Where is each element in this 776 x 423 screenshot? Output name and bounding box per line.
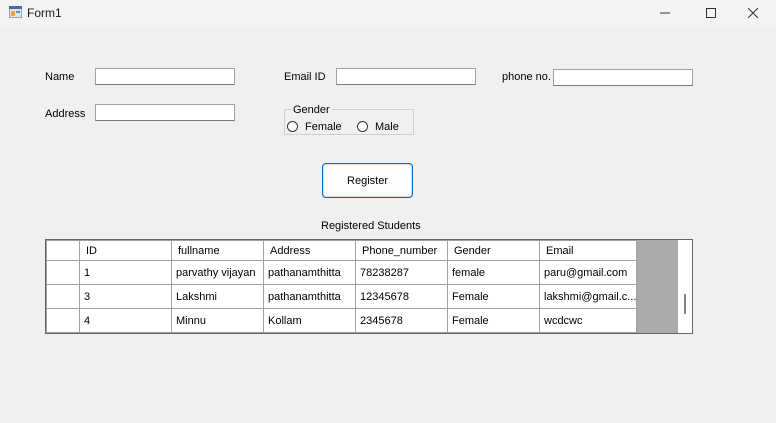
students-grid[interactable]: ID fullname Address Phone_number Gender … — [45, 239, 693, 334]
cell-id[interactable]: 3 — [79, 284, 172, 309]
minimize-icon — [660, 12, 670, 14]
cell-id[interactable]: 4 — [79, 308, 172, 333]
cell-address[interactable]: pathanamthitta — [263, 260, 356, 285]
cell-email[interactable]: wcdcwc — [538, 308, 638, 333]
cell-phone[interactable]: 12345678 — [355, 284, 448, 309]
email-label: Email ID — [284, 71, 326, 83]
scrollbar-thumb[interactable] — [684, 294, 686, 314]
column-header-gender[interactable]: Gender — [447, 240, 540, 261]
cell-gender[interactable]: female — [447, 260, 540, 285]
row-header[interactable] — [46, 308, 80, 333]
male-radio[interactable] — [357, 121, 368, 132]
cell-phone[interactable]: 2345678 — [355, 308, 448, 333]
title-bar: Form1 — [0, 0, 776, 26]
female-radio-label[interactable]: Female — [305, 121, 342, 133]
register-button[interactable]: Register — [322, 163, 413, 198]
cell-email[interactable]: lakshmi@gmail.c... — [538, 284, 638, 309]
close-icon — [748, 8, 758, 18]
male-radio-label[interactable]: Male — [375, 121, 399, 133]
grid-caption: Registered Students — [321, 220, 421, 232]
table-row[interactable]: 3 Lakshmi pathanamthitta 12345678 Female… — [46, 284, 638, 309]
cell-id[interactable]: 1 — [79, 260, 172, 285]
row-header[interactable] — [46, 284, 80, 309]
cell-phone[interactable]: 78238287 — [355, 260, 448, 285]
maximize-icon — [706, 8, 716, 18]
name-input[interactable] — [95, 68, 235, 85]
cell-email[interactable]: paru@gmail.com — [538, 260, 638, 285]
column-header-phone[interactable]: Phone_number — [355, 240, 448, 261]
table-row[interactable]: 1 parvathy vijayan pathanamthitta 782382… — [46, 260, 638, 285]
vertical-scrollbar[interactable] — [678, 240, 692, 333]
cell-gender[interactable]: Female — [447, 284, 540, 309]
cell-fullname[interactable]: Minnu — [171, 308, 264, 333]
gender-group-title: Gender — [291, 104, 332, 116]
column-header-id[interactable]: ID — [79, 240, 172, 261]
address-label: Address — [45, 108, 86, 120]
column-header-email[interactable]: Email — [538, 240, 638, 261]
cell-fullname[interactable]: parvathy vijayan — [171, 260, 264, 285]
table-row[interactable]: 4 Minnu Kollam 2345678 Female wcdcwc — [46, 308, 638, 333]
app-icon — [9, 6, 22, 18]
name-label: Name — [45, 71, 75, 83]
address-input[interactable] — [95, 104, 235, 121]
cell-gender[interactable]: Female — [447, 308, 540, 333]
column-header-address[interactable]: Address — [263, 240, 356, 261]
students-table: ID fullname Address Phone_number Gender … — [46, 240, 638, 333]
maximize-button[interactable] — [688, 0, 734, 26]
header-row: ID fullname Address Phone_number Gender … — [46, 240, 638, 261]
cell-fullname[interactable]: Lakshmi — [171, 284, 264, 309]
minimize-button[interactable] — [642, 0, 688, 26]
email-input[interactable] — [336, 68, 476, 85]
row-header[interactable] — [46, 260, 80, 285]
phone-label: phone no. — [502, 71, 551, 83]
cell-address[interactable]: pathanamthitta — [263, 284, 356, 309]
window-title: Form1 — [27, 6, 62, 20]
row-header-corner — [46, 240, 80, 261]
phone-input[interactable] — [553, 69, 693, 86]
cell-address[interactable]: Kollam — [263, 308, 356, 333]
female-radio[interactable] — [287, 121, 298, 132]
close-button[interactable] — [730, 0, 776, 26]
column-header-fullname[interactable]: fullname — [171, 240, 264, 261]
